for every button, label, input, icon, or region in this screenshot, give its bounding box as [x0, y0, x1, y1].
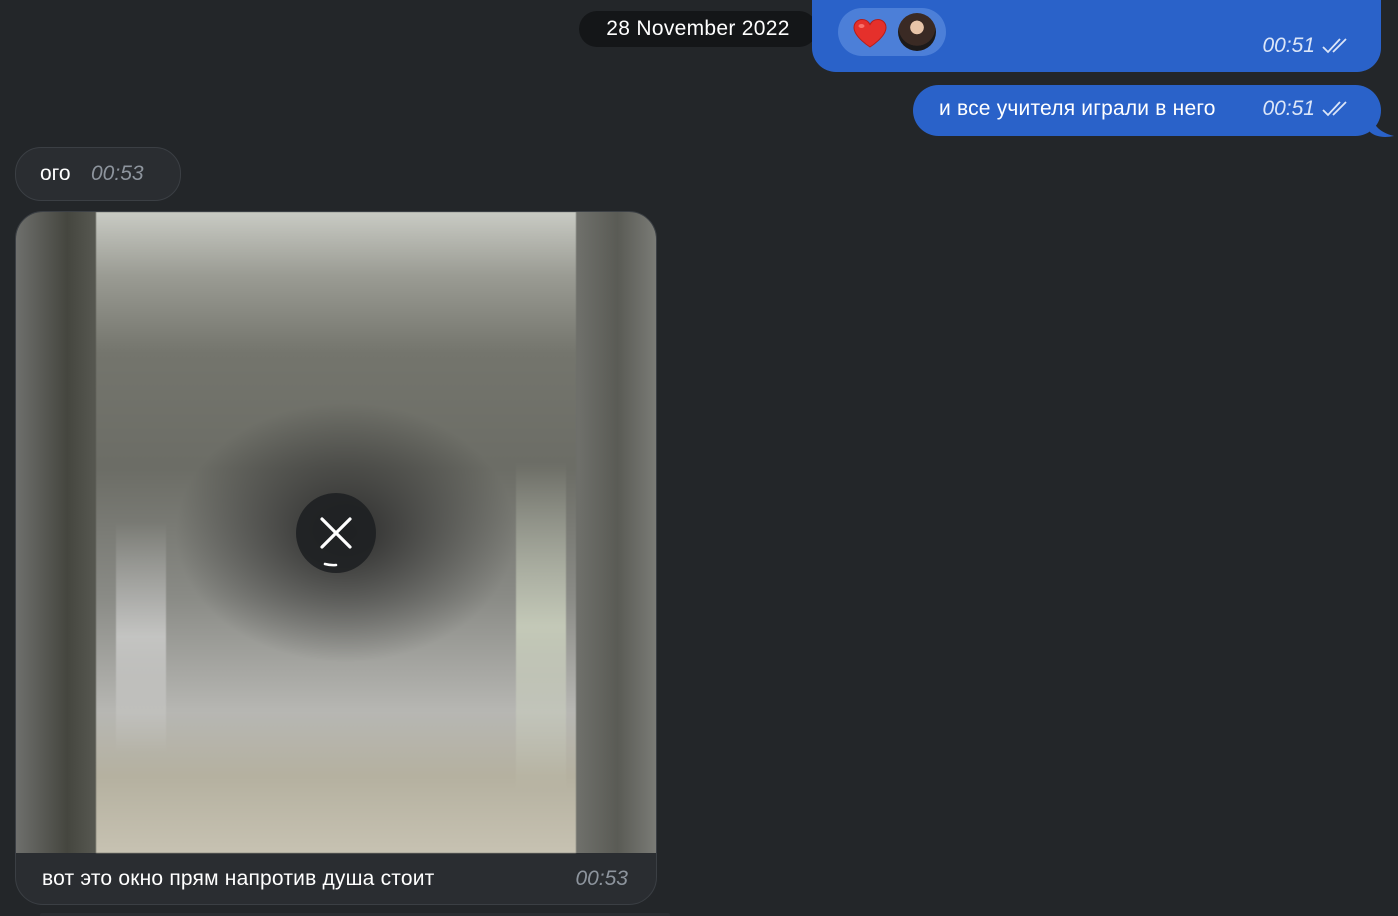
heart-icon	[853, 18, 887, 48]
date-separator: 28 November 2022	[579, 11, 817, 47]
cancel-download-button[interactable]	[296, 493, 376, 573]
incoming-media-message[interactable]: вот это окно прям напротив душа стоит 00…	[15, 211, 657, 905]
outgoing-message[interactable]: и все учителя играли в него 00:51	[913, 85, 1381, 136]
chat-history[interactable]: 28 November 2022 00:51 и все учителя игр…	[0, 0, 1398, 916]
bubble-tail	[1370, 110, 1394, 137]
incoming-message[interactable]: ого 00:53	[15, 147, 181, 201]
message-meta: 00:51	[1262, 34, 1351, 58]
message-text: и все учителя играли в него	[939, 97, 1216, 120]
close-icon	[320, 517, 352, 567]
reactor-avatar	[898, 13, 936, 51]
reaction-chip[interactable]	[838, 8, 946, 56]
message-meta: 00:51	[1262, 97, 1351, 121]
outgoing-message[interactable]: 00:51	[812, 0, 1381, 72]
message-time: 00:51	[1262, 97, 1315, 120]
message-time: 00:51	[1262, 34, 1315, 57]
photo-preview[interactable]	[16, 212, 656, 853]
double-check-icon	[1322, 101, 1347, 117]
message-time: 00:53	[91, 162, 144, 185]
media-caption: вот это окно прям напротив душа стоит	[42, 867, 435, 890]
message-text: ого	[40, 162, 71, 185]
message-time: 00:53	[575, 867, 628, 890]
double-check-icon	[1322, 38, 1347, 54]
